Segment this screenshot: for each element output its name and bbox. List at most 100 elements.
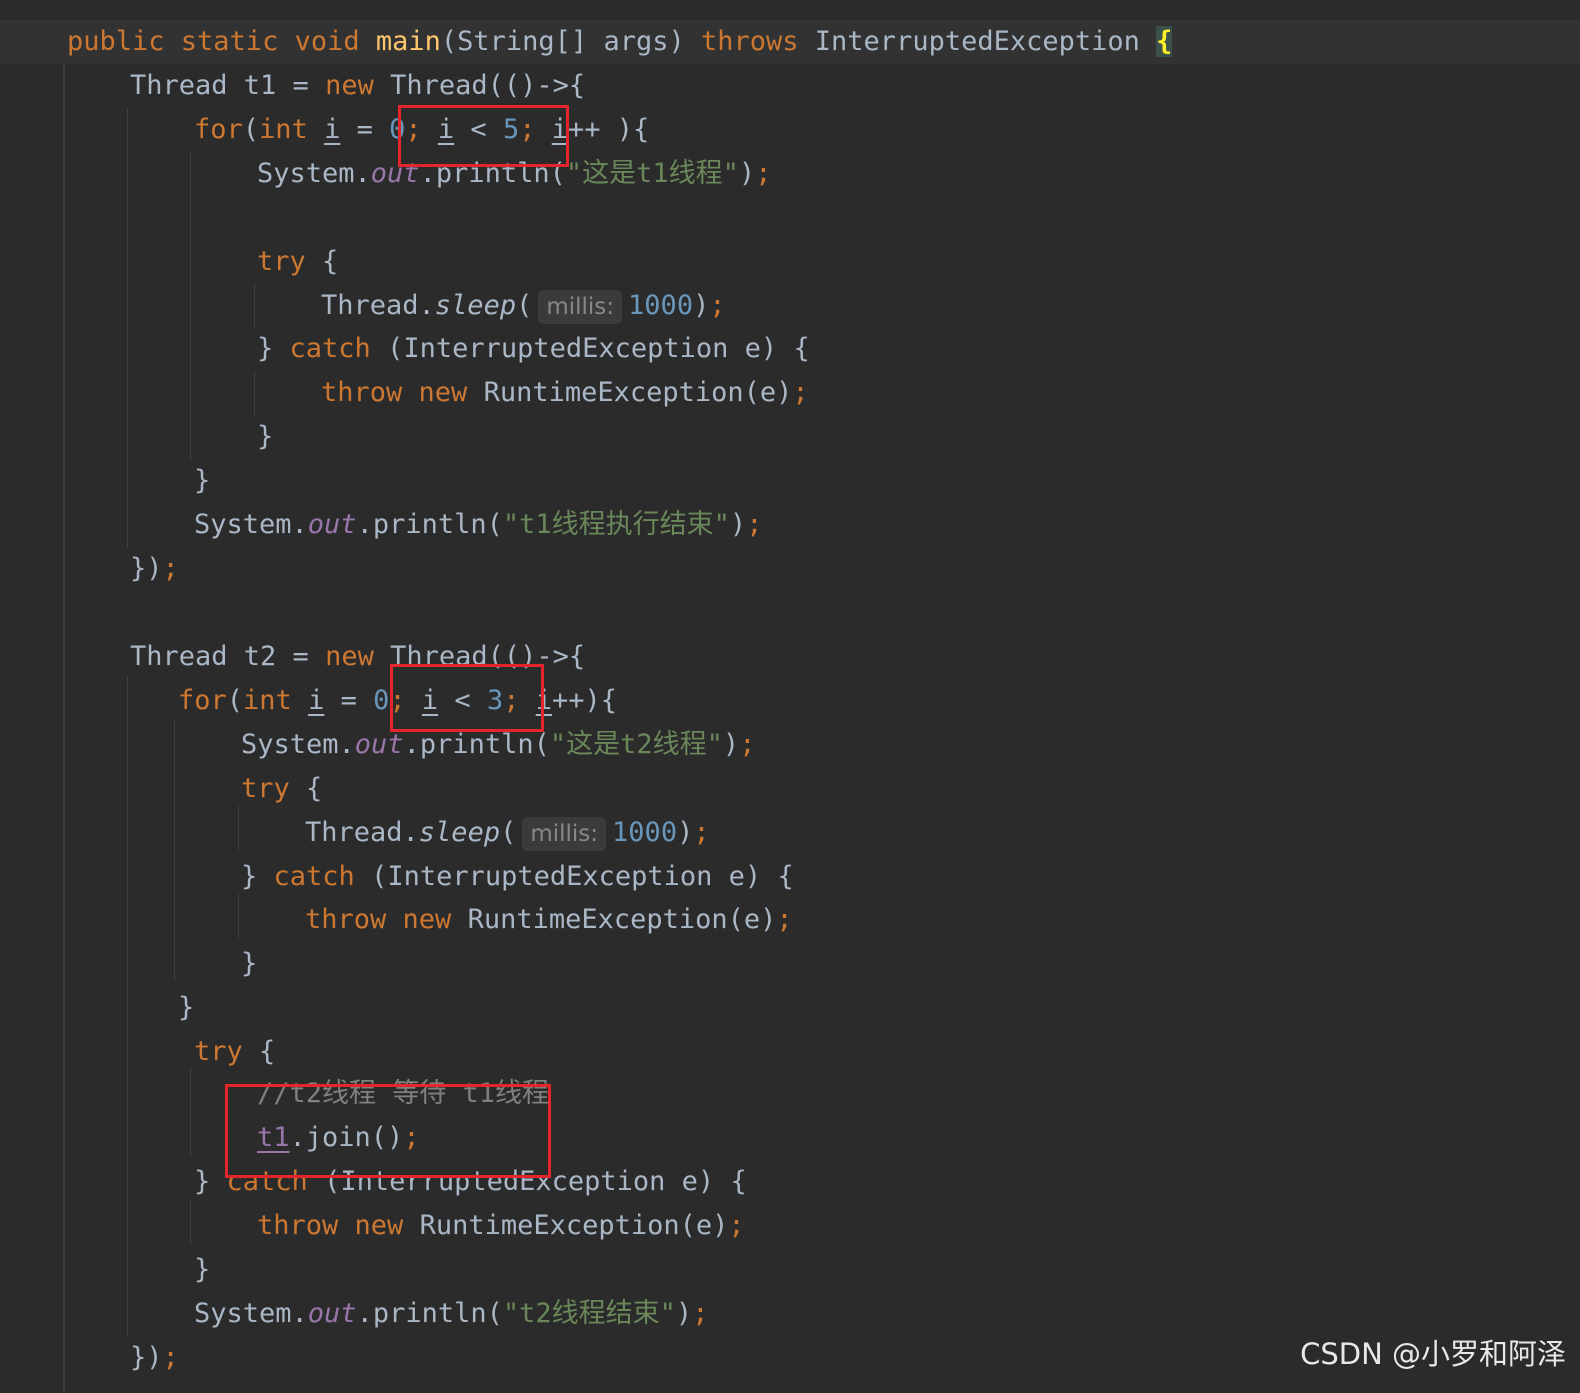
- indent-guide: [238, 894, 239, 938]
- code-token: .println(: [356, 1298, 503, 1329]
- code-token: 5: [502, 114, 520, 145]
- code-token: RuntimeException(e): [467, 904, 777, 935]
- code-line[interactable]: Thread.sleep(millis: 1000);: [321, 284, 726, 328]
- code-line[interactable]: }: [194, 459, 210, 503]
- code-token: .println(: [356, 509, 503, 540]
- code-token: (: [242, 114, 260, 145]
- code-token: .println(: [419, 158, 566, 189]
- code-token: "这是t1线程": [565, 158, 739, 189]
- code-line[interactable]: }: [178, 986, 194, 1030]
- code-token: }: [241, 861, 274, 892]
- code-token: catch: [289, 333, 388, 364]
- code-token: i: [308, 685, 325, 716]
- code-token: ): [722, 729, 740, 760]
- code-token: }: [257, 333, 290, 364]
- code-token: (InterruptedException e) {: [371, 861, 794, 892]
- code-token: catch: [226, 1166, 325, 1197]
- code-line[interactable]: });: [130, 1336, 179, 1380]
- code-line[interactable]: System.out.println("这是t1线程");: [257, 152, 771, 196]
- code-token: <: [438, 685, 487, 716]
- code-token: sleep: [434, 290, 517, 321]
- code-token: Thread(()->{: [390, 641, 586, 672]
- code-token: Thread.: [321, 290, 435, 321]
- code-line[interactable]: throw new RuntimeException(e);: [257, 1204, 745, 1248]
- parameter-hint: millis:: [522, 816, 607, 851]
- code-line[interactable]: try {: [194, 1030, 275, 1074]
- code-line[interactable]: try {: [241, 767, 322, 811]
- code-token: 0: [389, 114, 406, 145]
- code-token: try: [194, 1036, 260, 1067]
- code-line[interactable]: } catch (InterruptedException e) {: [194, 1160, 747, 1204]
- code-token: out: [307, 1298, 357, 1329]
- code-token: i: [437, 114, 455, 145]
- code-token: }: [178, 992, 195, 1023]
- code-token: for: [178, 685, 227, 716]
- code-line[interactable]: throw new RuntimeException(e);: [305, 898, 793, 942]
- code-token: }: [241, 948, 258, 979]
- code-line[interactable]: } catch (InterruptedException e) {: [241, 855, 794, 899]
- code-line[interactable]: throw new RuntimeException(e);: [321, 371, 809, 415]
- code-token: i: [551, 114, 568, 145]
- code-token: .join(): [289, 1122, 404, 1153]
- code-line[interactable]: }: [241, 942, 257, 986]
- code-token: }): [130, 1342, 163, 1373]
- code-token: int: [243, 685, 309, 716]
- code-token: "t1线程执行结束": [502, 509, 730, 540]
- code-token: <: [454, 114, 503, 145]
- code-line[interactable]: System.out.println("t2线程结束");: [194, 1292, 708, 1336]
- code-line[interactable]: }: [194, 1248, 210, 1292]
- code-token: ): [693, 290, 710, 321]
- code-token: ;: [755, 158, 772, 189]
- code-token: ): [738, 158, 756, 189]
- code-token: 0: [373, 685, 390, 716]
- code-token: ;: [739, 729, 756, 760]
- indent-guide: [238, 806, 239, 850]
- code-line[interactable]: System.out.println("t1线程执行结束");: [194, 503, 762, 547]
- code-token: i: [535, 685, 552, 716]
- code-token: ++){: [552, 685, 618, 716]
- code-token: //t2线程 等待 t1线程: [257, 1078, 550, 1109]
- code-token: {: [1156, 26, 1173, 57]
- code-token: ): [677, 817, 694, 848]
- code-token: ;: [162, 553, 179, 584]
- code-token: ;: [162, 1342, 179, 1373]
- indent-guide: [190, 152, 191, 460]
- code-token: main: [375, 26, 441, 57]
- code-token: ;: [709, 290, 726, 321]
- code-token: i: [324, 114, 341, 145]
- code-token: Thread.: [305, 817, 419, 848]
- code-line[interactable]: for(int i = 0; i < 5; i++ ){: [194, 108, 649, 152]
- code-token: throw new: [257, 1210, 420, 1241]
- code-line[interactable]: }: [257, 415, 273, 459]
- code-token: RuntimeException(e): [483, 377, 793, 408]
- code-line[interactable]: Thread t1 = new Thread(()->{: [130, 64, 585, 108]
- code-token: try: [257, 246, 323, 277]
- code-token: ): [675, 1298, 693, 1329]
- code-token: 3: [486, 685, 504, 716]
- code-token: 1000: [628, 290, 694, 321]
- code-token: out: [354, 729, 404, 760]
- code-line[interactable]: //t2线程 等待 t1线程: [257, 1072, 549, 1116]
- code-token: "t2线程结束": [502, 1298, 676, 1329]
- code-line[interactable]: Thread.sleep(millis: 1000);: [305, 811, 710, 855]
- code-line[interactable]: public static void main(String[] args) t…: [67, 20, 1173, 64]
- code-token: ;: [405, 114, 438, 145]
- code-line[interactable]: } catch (InterruptedException e) {: [257, 327, 810, 371]
- code-token: new: [325, 70, 391, 101]
- code-token: t1: [257, 1122, 290, 1153]
- code-line[interactable]: System.out.println("这是t2线程");: [241, 723, 755, 767]
- code-token: ;: [728, 1210, 745, 1241]
- code-line[interactable]: });: [130, 547, 179, 591]
- code-line[interactable]: for(int i = 0; i < 3; i++){: [178, 679, 617, 723]
- code-token: throw new: [305, 904, 468, 935]
- code-line[interactable]: try {: [257, 240, 338, 284]
- code-line[interactable]: Thread t2 = new Thread(()->{: [130, 635, 585, 679]
- code-line[interactable]: t1.join();: [257, 1116, 420, 1160]
- code-token: sleep: [418, 817, 501, 848]
- code-token: (: [500, 817, 517, 848]
- code-token: }): [130, 553, 163, 584]
- code-token: (String[] args): [440, 26, 701, 57]
- code-token: Thread(()->{: [390, 70, 586, 101]
- code-token: "这是t2线程": [549, 729, 723, 760]
- code-token: ;: [503, 685, 536, 716]
